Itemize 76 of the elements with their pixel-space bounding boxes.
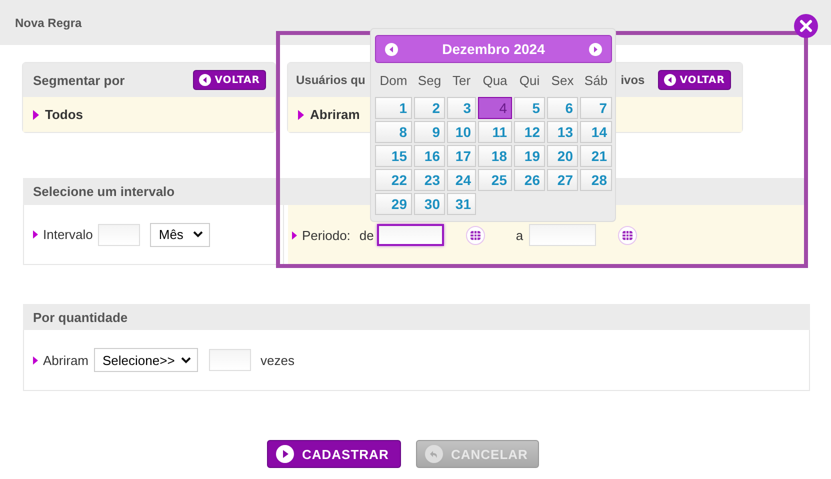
next-month-icon[interactable] [589,42,602,56]
bullet-icon [33,356,38,364]
calendar-day[interactable]: 29 [375,193,412,215]
interval-input[interactable] [98,224,140,246]
section-title: Por quantidade [33,310,128,324]
calendar-day[interactable]: 31 [447,193,476,215]
calendar-day[interactable]: 21 [580,145,612,167]
back-button[interactable]: VOLTAR [658,70,731,90]
user-option[interactable]: Abriram [310,107,360,122]
calendar-day[interactable]: 10 [447,121,476,143]
calendar-day[interactable]: 26 [514,169,545,191]
weekday-label: Qua [482,72,508,88]
play-icon [276,445,294,463]
calendar-day[interactable]: 24 [447,169,476,191]
comparison-select[interactable]: Selecione>> [94,348,198,372]
calendar-day[interactable]: 6 [547,97,578,119]
close-button[interactable] [794,14,818,38]
calendar-day[interactable]: 15 [375,145,412,167]
calendar-day[interactable]: 5 [514,97,545,119]
month-title: Dezembro 2024 [442,41,545,57]
calendar-day[interactable]: 9 [414,121,445,143]
period-label: Periodo: [302,228,350,242]
segment-option[interactable]: Todos [45,107,84,122]
calendar-icon[interactable] [466,226,485,244]
dialog-title: Nova Regra [15,16,82,30]
calendar-day[interactable]: 4 [478,97,512,119]
calendar-day[interactable]: 23 [414,169,445,191]
calendar-day[interactable]: 3 [447,97,476,119]
calendar-day[interactable]: 1 [375,97,412,119]
to-label: a [516,228,524,242]
calendar-day[interactable]: 13 [547,121,578,143]
back-button[interactable]: VOLTAR [192,70,266,90]
section-title: Selecione um intervalo [33,184,175,199]
weekday-label: Sex [550,72,575,88]
calendar-icon[interactable] [618,226,638,244]
bullet-icon [298,110,304,120]
previous-month-icon[interactable] [385,42,398,56]
from-label: de [359,228,374,242]
calendar-day[interactable]: 17 [447,145,476,167]
bullet-icon [33,230,38,239]
weekday-label: Sáb [583,72,609,88]
end-date-input[interactable] [529,224,596,246]
undo-icon [425,445,443,463]
calendar-day[interactable]: 2 [414,97,445,119]
calendar-day[interactable]: 18 [478,145,512,167]
calendar-day[interactable]: 8 [375,121,412,143]
chevron-down-icon [180,356,191,364]
calendar-day[interactable]: 12 [514,121,545,143]
calendar-day[interactable]: 28 [580,169,612,191]
chevron-down-icon [192,231,203,238]
opened-label: Abriram [43,352,89,368]
calendar-day[interactable]: 19 [514,145,545,167]
calendar-day[interactable]: 30 [414,193,445,215]
submit-button[interactable]: CADASTRAR [267,440,401,468]
calendar-day[interactable]: 11 [478,121,512,143]
calendar-day[interactable]: 27 [547,169,578,191]
panel-title: ivos [620,73,645,87]
calendar-day[interactable]: 14 [580,121,612,143]
panel-title: Usuários qu [296,73,366,87]
times-label: vezes [260,352,294,368]
bullet-icon [33,110,39,120]
calendar-day[interactable]: 16 [414,145,445,167]
count-input[interactable] [208,349,251,371]
calendar-day[interactable]: 22 [375,169,412,191]
panel-title: Segmentar por [33,72,125,88]
calendar-day[interactable]: 20 [547,145,578,167]
weekday-label: Ter [451,72,472,88]
weekday-label: Qui [518,72,541,88]
calendar-day[interactable]: 25 [478,169,512,191]
calendar-day[interactable]: 7 [580,97,612,119]
weekday-label: Seg [416,72,442,88]
interval-label: Intervalo [43,227,93,242]
bullet-icon [292,230,297,240]
weekday-label: Dom [378,72,408,88]
start-date-input[interactable] [376,224,444,246]
unit-select[interactable]: Mês [150,222,210,246]
